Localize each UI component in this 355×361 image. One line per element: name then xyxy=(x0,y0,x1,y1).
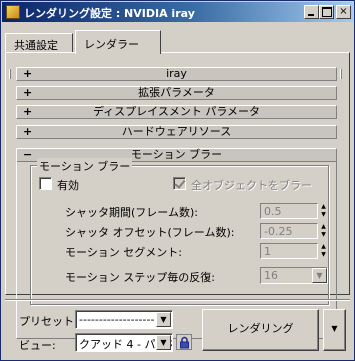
all-objects-checkbox[interactable] xyxy=(173,177,186,190)
maximize-button[interactable] xyxy=(319,5,334,19)
spinner-down-icon[interactable]: ▼ xyxy=(319,251,328,259)
rollout-title: ディスプレイスメント パラメータ xyxy=(92,105,261,118)
app-icon xyxy=(6,5,20,19)
shutter-duration-spinner[interactable]: ▲ ▼ xyxy=(319,203,328,219)
dropdown-arrow-icon[interactable]: ▼ xyxy=(312,268,327,283)
all-objects-label: 全オブジェクトをブラー xyxy=(191,179,312,192)
time-samples-value: 16 xyxy=(264,269,278,282)
enable-label: 有効 xyxy=(57,179,79,192)
time-samples-label: モーション ステップ毎の反復: xyxy=(65,271,215,284)
rollout-title: iray xyxy=(166,67,187,80)
window-title: レンダリング設定 : NVIDIA iray xyxy=(24,7,195,20)
shutter-duration-label: シャッタ期間(フレーム数): xyxy=(65,206,198,219)
spinner-up-icon[interactable]: ▲ xyxy=(319,223,328,231)
rollout-hardware-resources[interactable]: + ハードウェアリソース xyxy=(16,125,337,139)
lock-icon xyxy=(180,336,189,349)
preset-dropdown[interactable]: ------------------- ▼ xyxy=(75,310,173,329)
motion-segments-field[interactable]: 1 xyxy=(260,243,318,259)
scroll-mark xyxy=(9,69,11,79)
motion-segments-spinner[interactable]: ▲ ▼ xyxy=(319,243,328,259)
group-label: モーション ブラー xyxy=(37,158,133,174)
preset-value: ------------------- xyxy=(79,313,155,326)
rollout-advanced-parameters[interactable]: + 拡張パラメータ xyxy=(16,86,337,100)
shutter-offset-field[interactable]: -0.25 xyxy=(260,223,318,239)
lock-view-button[interactable] xyxy=(176,334,192,350)
render-setup-window: レンダリング設定 : NVIDIA iray × 共通設定 レンダラー + ir… xyxy=(0,0,355,361)
scroll-mark xyxy=(340,69,342,79)
render-button[interactable]: レンダリング xyxy=(202,309,319,351)
tab-renderer[interactable]: レンダラー xyxy=(75,30,161,54)
render-options-dropdown[interactable]: ▼ xyxy=(323,309,346,351)
spinner-up-icon[interactable]: ▲ xyxy=(319,243,328,251)
rollout-title: ハードウェアリソース xyxy=(121,125,232,138)
shutter-offset-spinner[interactable]: ▲ ▼ xyxy=(319,223,328,239)
rollout-displacement-parameters[interactable]: + ディスプレイスメント パラメータ xyxy=(16,105,337,119)
spinner-down-icon[interactable]: ▼ xyxy=(319,231,328,239)
spinner-up-icon[interactable]: ▲ xyxy=(319,203,328,211)
time-samples-combo[interactable]: 16 ▼ xyxy=(260,267,328,284)
close-button[interactable]: × xyxy=(336,5,351,19)
renderer-panel: + iray + 拡張パラメータ + ディスプレイスメント パラメータ + ハー… xyxy=(5,52,350,339)
tab-common[interactable]: 共通設定 xyxy=(5,33,73,53)
dropdown-arrow-icon[interactable]: ▼ xyxy=(156,312,171,327)
shutter-duration-field[interactable]: 0.5 xyxy=(260,203,318,219)
minimize-button[interactable] xyxy=(304,5,319,19)
divider xyxy=(5,299,350,301)
rollout-title: 拡張パラメータ xyxy=(138,86,215,99)
view-label: ビュー: xyxy=(19,339,56,352)
preset-label: プリセット: xyxy=(19,315,78,328)
rollout-iray[interactable]: + iray xyxy=(16,67,337,81)
title-bar[interactable]: レンダリング設定 : NVIDIA iray × xyxy=(2,2,353,22)
enable-checkbox[interactable] xyxy=(39,177,52,190)
spinner-down-icon[interactable]: ▼ xyxy=(319,211,328,219)
shutter-offset-label: シャッタ オフセット(フレーム数): xyxy=(65,226,235,239)
view-dropdown[interactable]: クアッド 4 - パース ▼ xyxy=(75,333,173,352)
motion-blur-group: モーション ブラー 有効 全オブジェクトをブラー シャッタ期間(フレーム数): … xyxy=(30,158,329,305)
motion-segments-label: モーション セグメント: xyxy=(65,246,182,259)
dropdown-arrow-icon[interactable]: ▼ xyxy=(156,335,171,350)
